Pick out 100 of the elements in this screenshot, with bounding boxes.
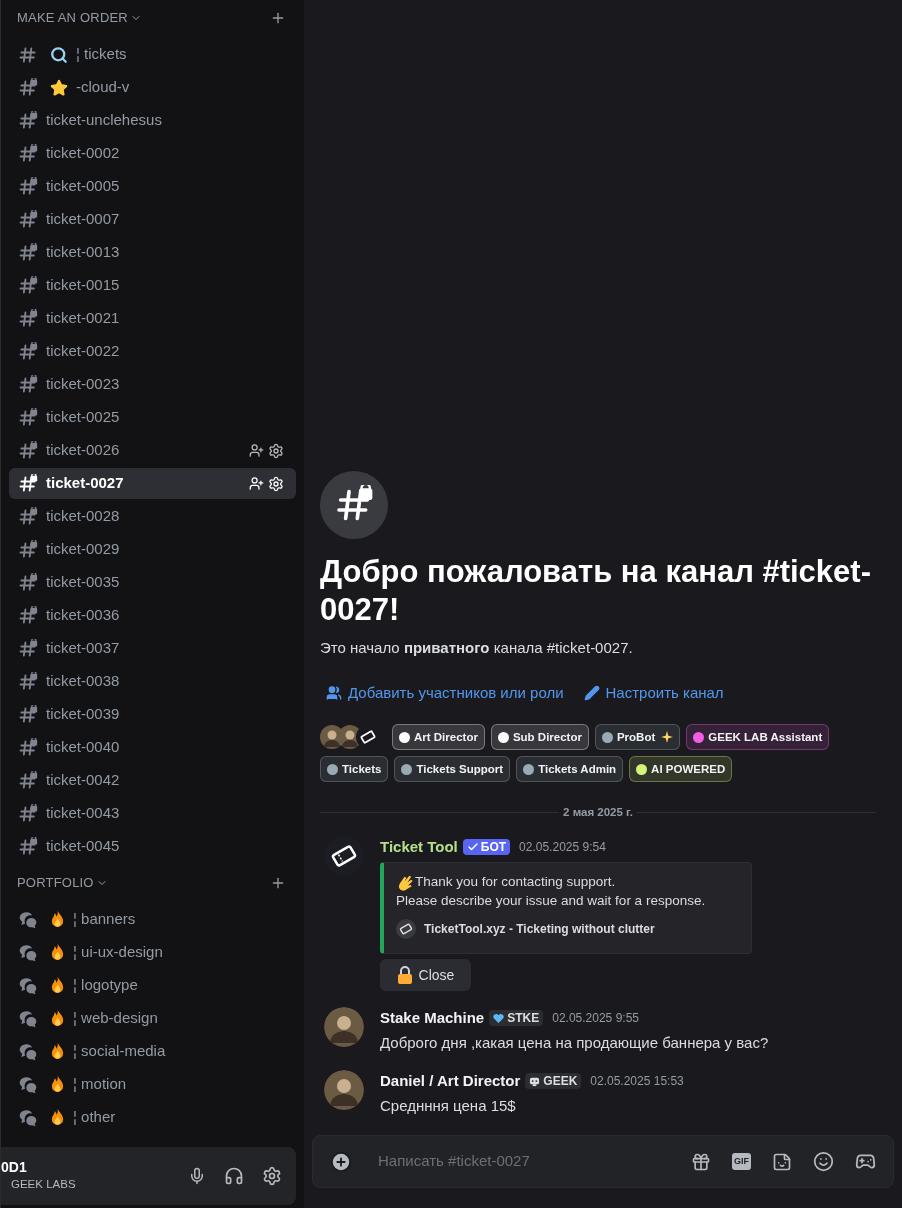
author-name[interactable]: Daniel / Art Director [380,1070,521,1093]
channel-item[interactable]: ¦ ui-ux-design [9,937,296,968]
settings-icon[interactable] [268,442,284,459]
role-tag[interactable]: Sub Director [490,724,589,751]
locked-hash-icon [18,671,38,692]
channel-item[interactable]: ticket-0022 [9,336,296,367]
channel-name: ticket-0015 [46,275,121,296]
add-channel-icon[interactable] [270,875,286,891]
category-header[interactable]: MAKE AN ORDER [17,8,128,28]
channel-item[interactable]: ticket-0036 [9,600,296,631]
headphones-icon[interactable] [224,1166,244,1186]
invite-icon[interactable] [249,476,264,491]
channel-item[interactable]: ticket-0021 [9,303,296,334]
fire-icon [50,976,65,995]
channel-item[interactable]: ticket-unclehesus [9,105,296,136]
emoji-icon[interactable] [813,1151,834,1172]
welcome-title: Добро пожаловать на канал #ticket-0027! [320,553,872,630]
role-tag[interactable]: Tickets Support [394,756,511,783]
locked-hash-icon [18,440,38,461]
check-icon [466,840,479,853]
forum-icon [18,1008,38,1029]
channel-item[interactable]: ticket-0028 [9,501,296,532]
channel-name: ticket-0021 [46,308,121,329]
channel-action-link[interactable]: Настроить канал [583,681,724,705]
channel-item[interactable]: ticket-0042 [9,765,296,796]
hash-icon [18,44,38,65]
forum-icon [18,975,38,996]
channel-name: ticket-0029 [46,539,121,560]
channel-item[interactable]: ¦ web-design [9,1003,296,1034]
add-channel-icon[interactable] [270,10,286,26]
channel-name: ¦ tickets [76,44,128,65]
role-tag[interactable]: Tickets Admin [516,756,624,783]
channel-item[interactable]: -cloud-v [9,72,296,103]
channel-name: ¦ motion [73,1074,128,1095]
sticker-icon[interactable] [772,1151,792,1172]
channel-item[interactable]: ticket-0038 [9,666,296,697]
channel-action-link[interactable]: Добавить участников или роли [326,681,564,705]
channel-name: ¦ web-design [73,1008,159,1029]
user-avatar [324,1070,364,1110]
channel-name: ¦ ui-ux-design [73,942,164,963]
channel-item[interactable]: ¦ motion [9,1069,296,1100]
gif-button[interactable]: GIF [732,1153,751,1170]
channel-name: ¦ other [73,1107,117,1128]
role-tag[interactable]: ProBot [594,724,681,751]
channel-name: ticket-0023 [46,374,121,395]
channel-name: ticket-0039 [46,704,121,725]
channel-item[interactable]: ticket-0025 [9,402,296,433]
message-input[interactable]: Написать #ticket-0027 [378,1150,691,1173]
lock-icon [396,966,413,984]
channel-name: ticket-0036 [46,605,121,626]
role-tag[interactable]: Tickets [320,756,389,783]
locked-hash-icon [18,110,38,131]
channel-item[interactable]: ticket-0005 [9,171,296,202]
role-tag[interactable]: Art Director [392,724,485,751]
message-time: 02.05.2025 9:54 [519,838,606,856]
fire-icon [50,1009,65,1028]
channel-item[interactable]: ticket-0023 [9,369,296,400]
channel-item[interactable]: ticket-0013 [9,237,296,268]
date-divider: 2 мая 2025 г. [562,805,634,821]
channel-item[interactable]: ¦ social-media [9,1036,296,1067]
channel-item[interactable]: ticket-0029 [9,534,296,565]
embed-footer: TicketTool.xyz - Ticketing without clutter [424,920,655,938]
locked-hash-icon [18,836,38,857]
role-tag[interactable]: AI POWERED [629,756,733,783]
channel-item[interactable]: ticket-0002 [9,138,296,169]
channel-item[interactable]: ticket-0040 [9,732,296,763]
channel-item[interactable]: ticket-0045 [9,831,296,862]
add-attachment-icon[interactable] [330,1150,352,1173]
gift-icon[interactable] [691,1151,711,1172]
channel-item[interactable]: ¦ other [9,1102,296,1133]
heart-icon [493,1012,505,1024]
channel-item[interactable]: ticket-0035 [9,567,296,598]
star-icon [50,78,68,97]
channel-item[interactable]: ticket-0043 [9,798,296,829]
sparkle-icon [661,731,674,744]
channel-item[interactable]: ticket-0026 [9,435,296,466]
category-header[interactable]: PORTFOLIO [17,873,94,893]
locked-hash-icon [18,176,38,197]
author-name[interactable]: Stake Machine [380,1007,485,1030]
channel-item[interactable]: ¦ tickets [9,39,296,70]
channel-item[interactable]: ticket-0007 [9,204,296,235]
role-tag[interactable]: GEEK LAB Assistant [686,724,830,751]
channel-item[interactable]: ¦ banners [9,904,296,935]
channel-item[interactable]: ticket-0015 [9,270,296,301]
channel-item[interactable]: ticket-0039 [9,699,296,730]
invite-icon[interactable] [249,443,264,458]
channel-item[interactable]: ticket-0027 [9,468,296,499]
forum-icon [18,1041,38,1062]
close-button[interactable]: Close [380,959,471,991]
locked-hash-icon [18,803,38,824]
microphone-icon[interactable] [188,1167,206,1185]
settings-icon[interactable] [262,1166,282,1186]
channel-name: ticket-0028 [46,506,121,527]
locked-hash-icon [18,638,38,659]
locked-hash-icon [18,539,38,560]
channel-item[interactable]: ¦ logotype [9,970,296,1001]
channel-item[interactable]: ticket-0037 [9,633,296,664]
author-name[interactable]: Ticket Tool [380,835,458,858]
channel-name: ticket-0040 [46,737,121,758]
user-name[interactable]: 0D1 [1,1158,188,1177]
